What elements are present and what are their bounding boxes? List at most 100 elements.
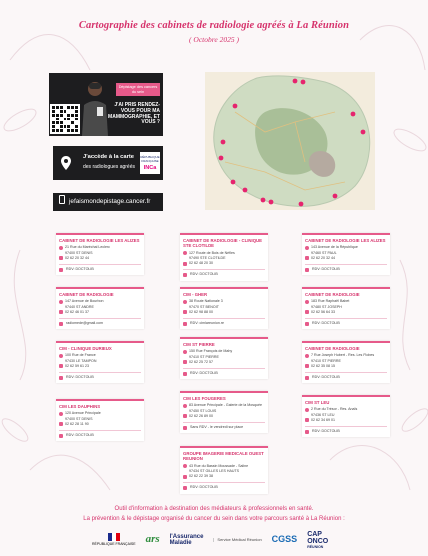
card-rdv[interactable]: Sans RDV - le vendredi sur place bbox=[190, 425, 243, 430]
radiology-card[interactable]: CIM - GHER 38 Route Nationale 3 97470 ST… bbox=[180, 287, 268, 330]
inca-logo: RÉPUBLIQUE FRANÇAISE INCa bbox=[140, 152, 160, 174]
card-title: CABINET DE RADIOLOGIE - CLINIQUE STE CLO… bbox=[183, 238, 263, 249]
radiology-card[interactable]: CIM - CLINIQUE DURIEUX 100 Rue de France… bbox=[56, 341, 144, 384]
map-access-button[interactable]: J'accède à la carte des radiologues agré… bbox=[53, 146, 163, 180]
phone-icon bbox=[183, 474, 187, 479]
republique-francaise-logo: RÉPUBLIQUE FRANÇAISE bbox=[92, 533, 136, 546]
phone-icon bbox=[305, 418, 309, 423]
promo-badge: Dépistage des cancers du sein bbox=[116, 83, 160, 97]
partner-logos: RÉPUBLIQUE FRANÇAISE ars l'Assurance Mal… bbox=[92, 527, 362, 553]
location-icon bbox=[305, 245, 309, 250]
location-icon bbox=[183, 251, 187, 256]
calendar-icon bbox=[183, 273, 187, 278]
card-title: CIM ST PIERRE bbox=[183, 342, 215, 347]
cap-onco-logo: CAP ONCO RÉUNION bbox=[307, 530, 329, 549]
location-icon bbox=[59, 299, 63, 304]
radiology-card[interactable]: CIM LES DAUPHINS 120 Avenue Principale 9… bbox=[56, 399, 144, 442]
card-title: CABINET DE RADIOLOGIE bbox=[59, 292, 114, 297]
calendar-icon bbox=[183, 371, 187, 376]
phone-icon bbox=[183, 261, 187, 266]
card-rdv[interactable]: RDV: DOCTOLIB bbox=[312, 429, 340, 434]
phone-icon bbox=[183, 414, 187, 419]
location-icon bbox=[183, 349, 187, 354]
card-title: CIM LES FOUGERES bbox=[183, 396, 226, 401]
footer-info: Outil d'information à destination des mé… bbox=[114, 506, 314, 512]
card-title: CIM - CLINIQUE DURIEUX bbox=[59, 346, 112, 351]
location-pin-icon bbox=[61, 156, 71, 170]
phone-icon bbox=[183, 360, 187, 365]
radiology-card[interactable]: CABINET DE RADIOLOGIE - CLINIQUE STE CLO… bbox=[180, 233, 268, 281]
card-title: CIM LES DAUPHINS bbox=[59, 404, 101, 409]
calendar-icon bbox=[59, 375, 63, 380]
calendar-icon bbox=[183, 321, 187, 326]
card-rdv[interactable]: radiomede@gmail.com bbox=[66, 321, 103, 326]
card-phone: 02 62 48 20 30 bbox=[189, 261, 213, 266]
card-title: GROUPE IMAGERIE MEDICALE OUEST REUNION bbox=[183, 451, 264, 462]
reunion-island-map[interactable] bbox=[205, 72, 375, 210]
radiology-card[interactable]: CIM ST PIERRE 150 Rue François de Mahy 9… bbox=[180, 337, 268, 380]
smartphone-icon bbox=[59, 195, 65, 204]
radiology-card[interactable]: CIM LES FOUGERES 83 Avenue Principale - … bbox=[180, 391, 268, 434]
location-icon bbox=[59, 353, 63, 358]
radiology-card[interactable]: CABINET DE RADIOLOGIE 147 Avenue de Bour… bbox=[56, 287, 144, 330]
card-phone: 02 62 26 89 00 bbox=[189, 413, 213, 418]
radiology-card[interactable]: CABINET DE RADIOLOGIE LES ALIZES 21 Rue … bbox=[56, 233, 144, 276]
mail-icon bbox=[59, 321, 63, 326]
footer-tagline: La prévention & le dépistage organisé du… bbox=[83, 516, 345, 522]
card-rdv[interactable]: RDV: DOCTOLIB bbox=[312, 375, 340, 380]
promo-headline: J'AI PRIS RENDEZ-VOUS POUR MA MAMMOGRAPH… bbox=[108, 102, 160, 126]
card-phone: 02 62 25 72 57 bbox=[189, 359, 213, 364]
location-icon bbox=[183, 464, 187, 469]
card-rdv[interactable]: RDV: DOCTOLIB bbox=[66, 375, 94, 380]
calendar-icon bbox=[305, 375, 309, 380]
card-rdv[interactable]: RDV: DOCTOLIB bbox=[312, 321, 340, 326]
page-title: Cartographie des cabinets de radiologie … bbox=[78, 20, 350, 31]
card-rdv[interactable]: RDV: DOCTOLIB bbox=[66, 433, 94, 438]
card-rdv[interactable]: RDV: cimlareunion.re bbox=[190, 321, 224, 326]
phone-icon bbox=[59, 310, 63, 315]
website-link[interactable]: jefaismondepistage.cancer.fr bbox=[53, 193, 163, 211]
card-rdv[interactable]: RDV: DOCTOLIB bbox=[190, 371, 218, 376]
assurance-maladie-logo: l'Assurance Maladie bbox=[169, 533, 204, 546]
calendar-icon bbox=[305, 321, 309, 326]
calendar-icon bbox=[183, 425, 187, 430]
location-icon bbox=[59, 411, 63, 416]
location-icon bbox=[305, 407, 309, 412]
card-rdv[interactable]: RDV: DOCTOLIB bbox=[312, 267, 340, 272]
card-phone: 02 62 20 32 44 bbox=[65, 255, 89, 260]
card-title: CABINET DE RADIOLOGIE bbox=[305, 292, 360, 297]
radiology-card[interactable]: GROUPE IMAGERIE MEDICALE OUEST REUNION 4… bbox=[180, 446, 268, 494]
location-icon bbox=[59, 245, 63, 250]
card-phone: 02 62 59 61 23 bbox=[65, 363, 89, 368]
card-title: CABINET DE RADIOLOGIE bbox=[305, 346, 360, 351]
phone-icon bbox=[183, 310, 187, 315]
cgss-logo: CGSS bbox=[271, 534, 298, 545]
calendar-icon bbox=[59, 267, 63, 272]
radiology-card[interactable]: CABINET DE RADIOLOGIE LES ALIZES 143 Ave… bbox=[302, 233, 390, 276]
card-phone: 02 62 34 69 01 bbox=[311, 417, 335, 422]
location-icon bbox=[183, 403, 187, 408]
card-title: CIM - GHER bbox=[183, 292, 208, 297]
card-phone: 02 62 28 11 90 bbox=[65, 421, 89, 426]
card-phone: 02 62 35 08 15 bbox=[311, 363, 335, 368]
card-rdv[interactable]: RDV: DOCTOLIB bbox=[66, 267, 94, 272]
ars-logo: ars bbox=[145, 533, 160, 546]
calendar-icon bbox=[305, 429, 309, 434]
calendar-icon bbox=[59, 433, 63, 438]
radiology-card[interactable]: CABINET DE RADIOLOGIE 183 Rue Raphaël Ba… bbox=[302, 287, 390, 330]
location-icon bbox=[305, 299, 309, 304]
qr-code[interactable] bbox=[50, 104, 80, 134]
phone-icon bbox=[305, 310, 309, 315]
radiology-card[interactable]: CABINET DE RADIOLOGIE 7 Rue Joseph Huber… bbox=[302, 341, 390, 384]
cta-line2: des radiologues agréés bbox=[83, 164, 135, 170]
card-rdv[interactable]: RDV: DOCTOLIB bbox=[190, 485, 218, 490]
radiology-card[interactable]: CIM ST LEU 2 Rue du Trésor - Res. Anaïs … bbox=[302, 395, 390, 438]
card-rdv[interactable]: RDV: DOCTOLIB bbox=[190, 272, 218, 277]
location-icon bbox=[183, 299, 187, 304]
location-icon bbox=[305, 353, 309, 358]
phone-icon bbox=[59, 256, 63, 261]
woman-photo bbox=[82, 82, 108, 136]
service-medical-logo: Service Médical Réunion bbox=[213, 537, 262, 543]
website-url: jefaismondepistage.cancer.fr bbox=[69, 198, 151, 205]
card-title: CIM ST LEU bbox=[305, 400, 330, 405]
